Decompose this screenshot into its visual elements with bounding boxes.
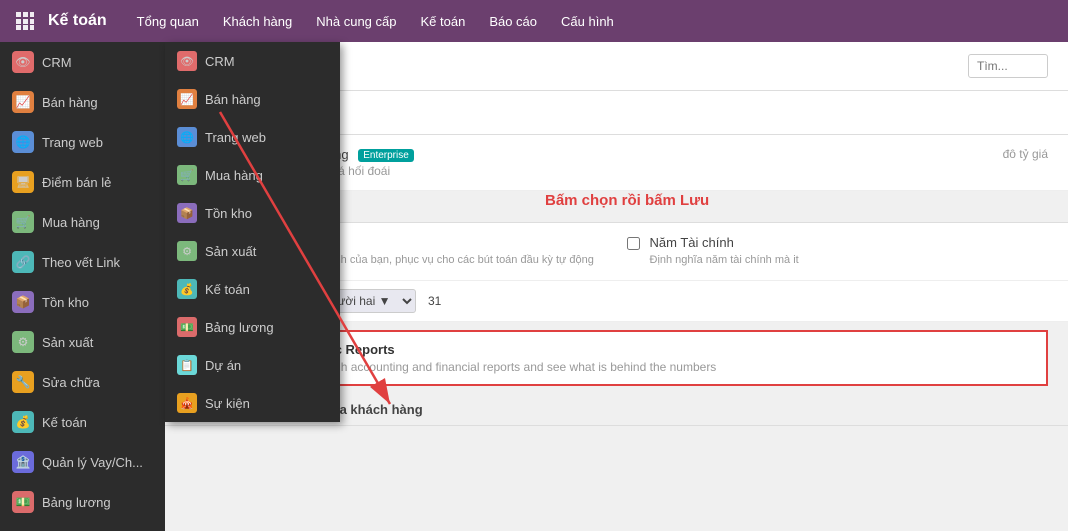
top-nav: Tổng quan Khách hàng Nhà cung cấp Kế toá… (137, 14, 614, 29)
dropdown-label-mfg: Sản xuất (205, 244, 256, 259)
dropdown-item-crm[interactable]: 👁 CRM (165, 42, 340, 80)
loan-icon: 🏦 (12, 451, 34, 473)
dropdown-label-stock: Tồn kho (205, 206, 252, 221)
fiscal-year-right-desc: Định nghĩa năm tài chính mà it (650, 253, 799, 268)
sidebar-label-loan: Quản lý Vay/Ch... (42, 455, 143, 470)
purchase-icon: 🛒 (12, 211, 34, 233)
dropdown-label-events: Sự kiện (205, 396, 250, 411)
dropdown-item-sales[interactable]: 📈 Bán hàng (165, 80, 340, 118)
dropdown-item-events[interactable]: 🎪 Sự kiện (165, 384, 340, 422)
fiscal-year-right-checkbox[interactable] (627, 237, 640, 250)
repair-icon: 🔧 (12, 371, 34, 393)
dropdown-purchase-icon: 🛒 (177, 165, 197, 185)
dropdown-mfg-icon: ⚙ (177, 241, 197, 261)
sidebar-item-accounting[interactable]: 💰 Kế toán (0, 402, 165, 442)
payroll-icon: 💵 (12, 491, 34, 513)
dropdown-item-stock[interactable]: 📦 Tồn kho (165, 194, 340, 232)
sidebar: 👁 CRM 📈 Bán hàng 🌐 Trang web 🖥 Điểm bán … (0, 42, 165, 531)
search-input[interactable] (968, 54, 1048, 78)
sidebar-label-accounting: Kế toán (42, 415, 87, 430)
main-layout: 👁 CRM 📈 Bán hàng 🌐 Trang web 🖥 Điểm bán … (0, 42, 1068, 531)
track-icon: 🔗 (12, 251, 34, 273)
dropdown-label-sales: Bán hàng (205, 92, 261, 107)
dropdown-item-accounting[interactable]: 💰 Kế toán (165, 270, 340, 308)
nav-customers[interactable]: Khách hàng (223, 14, 292, 29)
sidebar-label-sales: Bán hàng (42, 95, 98, 110)
nav-reports[interactable]: Báo cáo (489, 14, 537, 29)
nav-overview[interactable]: Tổng quan (137, 14, 199, 29)
dropdown-sales-icon: 📈 (177, 89, 197, 109)
fiscal-year-right-label: Năm Tài chính (650, 235, 799, 250)
sidebar-label-crm: CRM (42, 55, 72, 70)
dropdown-events-icon: 🎪 (177, 393, 197, 413)
accounting-icon: 💰 (12, 411, 34, 433)
dropdown-label-project: Dự án (205, 358, 241, 373)
dropdown-item-purchase[interactable]: 🛒 Mua hàng (165, 156, 340, 194)
dropdown-item-mfg[interactable]: ⚙ Sản xuất (165, 232, 340, 270)
sidebar-item-purchase[interactable]: 🛒 Mua hàng (0, 202, 165, 242)
sidebar-label-web: Trang web (42, 135, 103, 150)
dropdown-item-payroll[interactable]: 💵 Bảng lương (165, 308, 340, 346)
sidebar-item-project1[interactable]: 📋 Dự án (0, 522, 165, 531)
sidebar-label-pos: Điểm bán lẻ (42, 175, 111, 190)
nav-accounting[interactable]: Kế toán (420, 14, 465, 29)
sidebar-item-web[interactable]: 🌐 Trang web (0, 122, 165, 162)
nav-config[interactable]: Cấu hình (561, 14, 614, 29)
sidebar-item-loan[interactable]: 🏦 Quản lý Vay/Ch... (0, 442, 165, 482)
dropdown-label-accounting: Kế toán (205, 282, 250, 297)
sidebar-item-sales[interactable]: 📈 Bán hàng (0, 82, 165, 122)
dropdown-web-icon: 🌐 (177, 127, 197, 147)
dropdown-payroll-icon: 💵 (177, 317, 197, 337)
dropdown-overlay: 👁 CRM 📈 Bán hàng 🌐 Trang web 🛒 Mua hàng … (165, 42, 340, 422)
dropdown-label-payroll: Bảng lương (205, 320, 274, 335)
dropdown-label-purchase: Mua hàng (205, 168, 263, 183)
pos-icon: 🖥 (12, 171, 34, 193)
top-bar: Kế toán Tổng quan Khách hàng Nhà cung cấ… (0, 0, 1068, 42)
sidebar-label-repair: Sửa chữa (42, 375, 100, 390)
crm-icon: 👁 (12, 51, 34, 73)
dropdown-label-web: Trang web (205, 130, 266, 145)
sidebar-item-pos[interactable]: 🖥 Điểm bán lẻ (0, 162, 165, 202)
sidebar-label-purchase: Mua hàng (42, 215, 100, 230)
dropdown-project-icon: 📋 (177, 355, 197, 375)
sidebar-label-mfg: Sản xuất (42, 335, 93, 350)
sidebar-item-crm[interactable]: 👁 CRM (0, 42, 165, 82)
dropdown-crm-icon: 👁 (177, 51, 197, 71)
nav-suppliers[interactable]: Nhà cung cấp (316, 14, 396, 29)
dropdown-label-crm: CRM (205, 54, 235, 69)
app-grid-icon[interactable] (10, 6, 40, 36)
mfg-icon: ⚙ (12, 331, 34, 353)
dropdown-accounting-icon: 💰 (177, 279, 197, 299)
stock-icon: 📦 (12, 291, 34, 313)
sidebar-label-stock: Tồn kho (42, 295, 89, 310)
sidebar-item-stock[interactable]: 📦 Tồn kho (0, 282, 165, 322)
sidebar-label-payroll: Bảng lương (42, 495, 111, 510)
app-title: Kế toán (48, 12, 107, 30)
sidebar-item-track[interactable]: 🔗 Theo vết Link (0, 242, 165, 282)
dropdown-item-project[interactable]: 📋 Dự án (165, 346, 340, 384)
currency-right-label: đô tỷ giá (622, 147, 1049, 161)
sidebar-item-repair[interactable]: 🔧 Sửa chữa (0, 362, 165, 402)
date-day-value: 31 (428, 294, 441, 308)
sales-icon: 📈 (12, 91, 34, 113)
web-icon: 🌐 (12, 131, 34, 153)
dropdown-item-web[interactable]: 🌐 Trang web (165, 118, 340, 156)
dropdown-stock-icon: 📦 (177, 203, 197, 223)
fiscal-year-right: Năm Tài chính Định nghĩa năm tài chính m… (627, 235, 1049, 268)
sidebar-label-track: Theo vết Link (42, 255, 120, 270)
enterprise-badge: Enterprise (358, 149, 414, 162)
sidebar-item-mfg[interactable]: ⚙ Sản xuất (0, 322, 165, 362)
sidebar-item-payroll[interactable]: 💵 Bảng lương (0, 482, 165, 522)
